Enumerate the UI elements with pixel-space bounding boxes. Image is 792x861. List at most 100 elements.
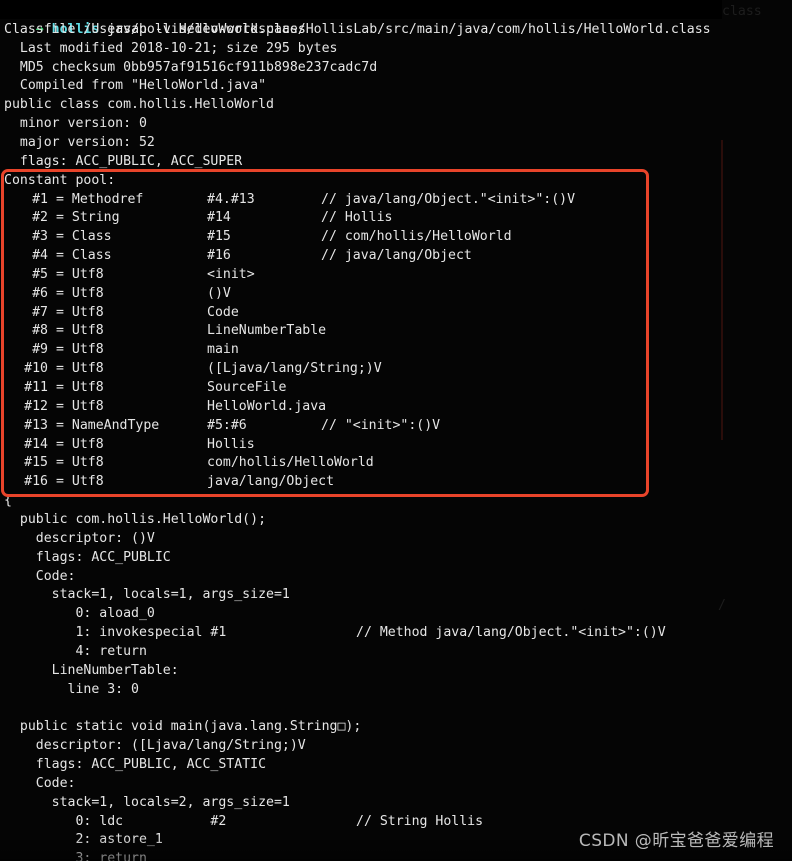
body-line-10-text: line 3: 0 <box>4 681 139 697</box>
cp-tag: = Utf8 <box>56 361 104 377</box>
cp-value: #5:#6 <box>207 417 247 433</box>
header-line-5-text: minor version: 0 <box>4 116 147 132</box>
cp-value: SourceFile <box>207 380 287 395</box>
body-line-0-text: { <box>4 493 12 509</box>
inline-comment-ldc: // String Hollis <box>356 813 484 829</box>
cp-index: #7 <box>32 304 48 320</box>
body-line-17-text: 0: ldc #2 <box>4 813 227 829</box>
cp-index: #15 <box>24 455 48 471</box>
cp-tag: = Utf8 <box>56 285 104 301</box>
inline-comment-invokespecial: // Method java/lang/Object."<init>":()V <box>356 625 666 641</box>
body-line-0: { <box>4 492 12 511</box>
body-line-15: Code: <box>4 775 76 794</box>
body-line-15-text: Code: <box>4 775 76 791</box>
cp-value: #4.#13 <box>207 191 255 207</box>
cp-value: Hollis <box>207 436 255 452</box>
cp-value: #15 <box>207 229 231 245</box>
cp-tag: = Class <box>56 248 112 264</box>
body-line-6-text: 0: aload_0 <box>4 606 155 622</box>
body-line-2: descriptor: ()V <box>4 530 155 549</box>
cp-tag: = Utf8 <box>56 380 104 395</box>
cp-comment: // java/lang/Object."<init>":()V <box>321 191 576 207</box>
body-line-13-text: descriptor: ([Ljava/lang/String;)V <box>4 738 306 754</box>
prompt-line: → hollis javap -v HelloWorld.class <box>4 2 306 37</box>
cp-tag: = Class <box>56 229 112 245</box>
cp-index: #3 <box>32 229 48 245</box>
body-line-18: 2: astore_1 <box>4 831 162 850</box>
cp-tag: = Utf8 <box>56 455 104 471</box>
header-line-4-text: public class com.hollis.HelloWorld <box>4 97 274 113</box>
cp-index: #10 <box>24 361 48 377</box>
body-line-6: 0: aload_0 <box>4 605 155 624</box>
body-line-14: flags: ACC_PUBLIC, ACC_STATIC <box>4 756 266 775</box>
constant-pool-header: Constant pool: <box>4 172 115 191</box>
cp-index: #4 <box>32 248 48 264</box>
header-line-7: flags: ACC_PUBLIC, ACC_SUPER <box>4 153 242 172</box>
cp-comment: // "<init>":()V <box>321 417 441 433</box>
header-line-3-text: Compiled from "HelloWorld.java" <box>4 78 267 94</box>
cp-index: #1 <box>32 191 48 207</box>
cp-tag: = Utf8 <box>56 398 104 414</box>
cp-index: #2 <box>32 210 48 226</box>
cp-tag: = Utf8 <box>56 266 104 282</box>
body-line-5: stack=1, locals=1, args_size=1 <box>4 586 290 605</box>
cp-index: #11 <box>24 380 48 395</box>
body-line-16: stack=1, locals=2, args_size=1 <box>4 794 290 813</box>
cp-tag: = Utf8 <box>56 436 104 452</box>
cp-value: main <box>207 342 239 358</box>
body-line-17: 0: ldc #2 // String Hollis <box>4 813 483 832</box>
cp-index: #9 <box>32 342 48 358</box>
body-line-9-text: LineNumberTable: <box>4 662 179 678</box>
body-line-14-text: flags: ACC_PUBLIC, ACC_STATIC <box>4 757 267 772</box>
header-line-3: Compiled from "HelloWorld.java" <box>4 77 266 96</box>
body-line-19: 3: return <box>4 850 147 861</box>
cp-comment: // java/lang/Object <box>321 248 472 264</box>
body-line-10: line 3: 0 <box>4 681 139 700</box>
body-line-9: LineNumberTable: <box>4 662 179 681</box>
constant-pool-header-text: Constant pool: <box>4 172 116 188</box>
header-line-0: Classfile /Users/hollis/dev-workspace/Ho… <box>4 21 711 40</box>
body-line-1-text: public com.hollis.HelloWorld(); <box>4 511 267 527</box>
body-line-7-text: 1: invokespecial #1 <box>4 625 227 641</box>
body-line-4: Code: <box>4 568 76 587</box>
cp-index: #16 <box>24 474 48 490</box>
cp-index: #5 <box>32 266 48 282</box>
cp-tag: = NameAndType <box>56 417 160 433</box>
body-line-5-text: stack=1, locals=1, args_size=1 <box>4 587 290 603</box>
header-line-5: minor version: 0 <box>4 115 147 134</box>
cp-tag: = Utf8 <box>56 342 104 358</box>
body-line-8-text: 4: return <box>4 643 147 659</box>
body-line-1: public com.hollis.HelloWorld(); <box>4 511 266 530</box>
header-line-4: public class com.hollis.HelloWorld <box>4 96 274 115</box>
cp-value: java/lang/Object <box>207 474 335 490</box>
cp-comment: // Hollis <box>321 210 393 226</box>
terminal-window: class / → hollis javap -v HelloWorld.cla… <box>0 0 792 861</box>
cp-value: ()V <box>207 285 231 301</box>
cp-value: #14 <box>207 210 231 226</box>
header-line-1: Last modified 2018-10-21; size 295 bytes <box>4 40 338 59</box>
cp-value: <init> <box>207 266 255 282</box>
header-line-1-text: Last modified 2018-10-21; size 295 bytes <box>4 40 338 56</box>
body-line-12-text: public static void main(java.lang.String… <box>4 719 362 735</box>
header-line-6-text: major version: 52 <box>4 134 155 150</box>
cp-value: #16 <box>207 248 231 264</box>
body-line-13: descriptor: ([Ljava/lang/String;)V <box>4 737 306 756</box>
cp-value: HelloWorld.java <box>207 398 327 414</box>
body-line-8: 4: return <box>4 643 147 662</box>
body-line-2-text: descriptor: ()V <box>4 530 155 546</box>
ghost-slash-artifact: / <box>718 598 726 613</box>
cp-index: #6 <box>32 285 48 301</box>
body-line-3: flags: ACC_PUBLIC <box>4 549 171 568</box>
cp-value: LineNumberTable <box>207 323 327 339</box>
header-line-0-text: Classfile /Users/hollis/dev-workspace/Ho… <box>4 21 711 37</box>
body-line-19-text: 3: return <box>4 851 147 861</box>
cp-value: com/hollis/HelloWorld <box>207 455 374 471</box>
body-line-12: public static void main(java.lang.String… <box>4 718 361 737</box>
cp-index: #12 <box>24 398 48 414</box>
cp-index: #14 <box>24 436 48 452</box>
cp-tag: = Methodref <box>56 191 144 207</box>
body-line-16-text: stack=1, locals=2, args_size=1 <box>4 794 290 810</box>
header-line-2-text: MD5 checksum 0bb957af91516cf911b898e237c… <box>4 59 378 75</box>
cp-index: #13 <box>24 417 48 433</box>
ghost-text-class: class <box>722 4 762 19</box>
